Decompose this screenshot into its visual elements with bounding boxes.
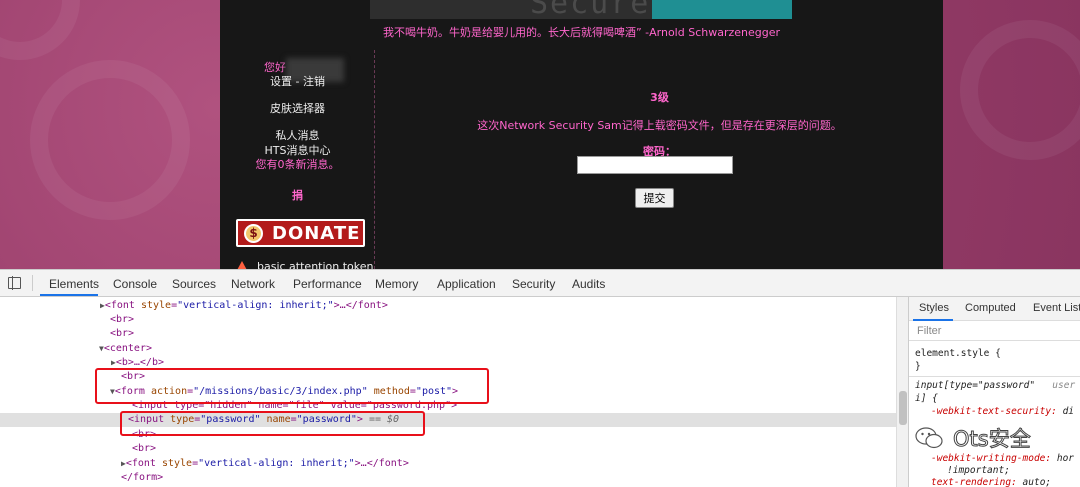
tab-memory[interactable]: Memory	[375, 277, 418, 291]
dom-node-font[interactable]: ▶<font style="vertical-align: inherit;">…	[0, 299, 896, 313]
devtools-tab-bar: Elements Console Sources Network Perform…	[0, 270, 1080, 297]
device-toolbar-icon[interactable]	[8, 276, 21, 290]
highlight-box-form	[95, 368, 489, 404]
active-tab-indicator	[40, 294, 98, 296]
submit-button[interactable]: 提交	[635, 188, 674, 208]
website-viewport: Secure 我不喝牛奶。牛奶是给婴儿用的。长大后就得喝啤酒” -Arnold …	[0, 0, 1080, 269]
site-sidebar: 您好 设置 - 注销 皮肤选择器 私人消息 HTS消息中心 您有0条新消息。 捐…	[220, 50, 375, 269]
tab-event-listeners[interactable]: Event Liste	[1033, 302, 1080, 314]
dom-node-center[interactable]: ▼<center>	[0, 342, 896, 356]
dom-node-br[interactable]: <br>	[0, 442, 896, 456]
rule-divider	[909, 376, 1080, 377]
styles-filter-input[interactable]: Filter	[909, 321, 1080, 341]
tab-network[interactable]: Network	[231, 277, 275, 291]
tab-performance[interactable]: Performance	[293, 277, 362, 291]
watermark: Ots安全	[905, 420, 1080, 460]
tab-elements[interactable]: Elements	[49, 277, 99, 291]
bat-triangle-icon	[236, 261, 248, 269]
element-style-rule[interactable]: element.style {	[915, 348, 1001, 359]
banner-quote: 我不喝牛奶。牛奶是给婴儿用的。长大后就得喝啤酒” -Arnold Schwarz…	[382, 26, 781, 39]
style-prop-important: !important;	[947, 465, 1010, 476]
tab-styles[interactable]: Styles	[919, 302, 949, 314]
donate-heading: 捐	[292, 189, 303, 202]
tab-sources[interactable]: Sources	[172, 277, 216, 291]
banner-accent	[652, 0, 792, 19]
skin-selector-link[interactable]: 皮肤选择器	[220, 100, 375, 116]
banner-text: Secure	[530, 0, 651, 19]
level-title: 3级	[650, 91, 669, 104]
style-prop-text-security[interactable]: -webkit-text-security: di	[931, 406, 1074, 417]
new-messages-text: 您有0条新消息。	[255, 158, 340, 171]
bat-link[interactable]: basic attention token	[257, 260, 374, 269]
elements-dom-tree: ▶<font style="vertical-align: inherit;">…	[0, 297, 896, 487]
mission-main: 3级 这次Network Security Sam记得上载密码文件，但是存在更深…	[376, 50, 943, 269]
element-style-close: }	[915, 361, 921, 372]
dom-node-br[interactable]: <br>	[0, 327, 896, 341]
tab-computed[interactable]: Computed	[965, 302, 1016, 314]
site-banner: Secure	[370, 0, 792, 19]
mission-description: 这次Network Security Sam记得上载密码文件，但是存在更深层的问…	[477, 119, 842, 132]
background-swirl	[960, 20, 1080, 160]
watermark-text: Ots安全	[953, 427, 1032, 452]
tab-audits[interactable]: Audits	[572, 277, 605, 291]
dollar-coin-icon: $	[244, 224, 263, 243]
style-prop-text-rendering[interactable]: text-rendering: auto;	[931, 477, 1051, 487]
styles-tab-bar: Styles Computed Event Liste	[909, 297, 1080, 321]
dom-node-form-close[interactable]: </form>	[0, 471, 896, 485]
site-content-box: Secure 我不喝牛奶。牛奶是给婴儿用的。长大后就得喝啤酒” -Arnold …	[220, 0, 943, 269]
background-swirl	[0, 0, 80, 60]
ua-rule-selector[interactable]: input[type="password" user	[915, 380, 1075, 391]
highlight-box-password-input	[120, 411, 425, 436]
toolbar-divider	[32, 275, 33, 291]
background-swirl	[30, 60, 190, 220]
tab-console[interactable]: Console	[113, 277, 157, 291]
tab-application[interactable]: Application	[437, 277, 496, 291]
password-input[interactable]	[577, 156, 733, 174]
filter-placeholder: Filter	[917, 325, 942, 337]
settings-logout-link[interactable]: 设置 - 注销	[220, 73, 375, 89]
ua-rule-selector-cont: i] {	[915, 393, 938, 404]
wechat-logo-icon	[915, 427, 943, 449]
donate-button[interactable]: $ DONATE	[236, 219, 365, 247]
dom-node-br[interactable]: <br>	[0, 313, 896, 327]
tab-security[interactable]: Security	[512, 277, 555, 291]
donate-button-label: DONATE	[272, 223, 361, 244]
private-messages-heading: 私人消息	[275, 129, 320, 142]
dom-node-font[interactable]: ▶<font style="vertical-align: inherit;">…	[0, 457, 896, 471]
